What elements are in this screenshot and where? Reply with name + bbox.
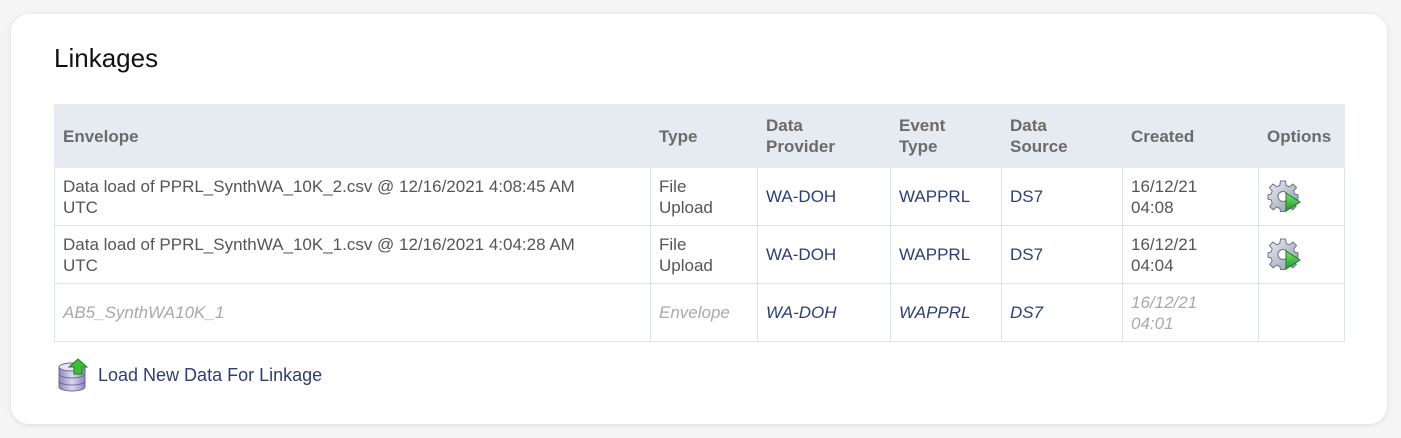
data-source-link[interactable]: DS7 <box>1001 225 1123 284</box>
column-header-envelope[interactable]: Envelope <box>54 104 651 168</box>
type-cell: File Upload <box>650 167 758 226</box>
table-header-row: Envelope Type Data Provider Event Type Dat… <box>54 104 1345 168</box>
event-type-link[interactable]: WAPPRL <box>890 225 1002 284</box>
type-cell: Envelope <box>650 283 758 342</box>
table-row[interactable]: Data load of PPRL_SynthWA_10K_1.csv @ 12… <box>54 225 1345 284</box>
data-source-link[interactable]: DS7 <box>1001 167 1123 226</box>
event-type-link[interactable]: WAPPRL <box>890 167 1002 226</box>
linkages-panel: Linkages Envelope Type Data Provider Even… <box>11 14 1387 424</box>
data-source-link[interactable]: DS7 <box>1001 283 1123 342</box>
gear-play-icon[interactable] <box>1267 237 1303 273</box>
created-cell: 16/12/21 04:01 <box>1122 283 1259 342</box>
column-header-data-provider[interactable]: Data Provider <box>757 104 891 168</box>
column-header-type[interactable]: Type <box>650 104 758 168</box>
linkages-table: Envelope Type Data Provider Event Type Dat… <box>54 104 1345 342</box>
column-header-data-source[interactable]: Data Source <box>1001 104 1123 168</box>
event-type-link[interactable]: WAPPRL <box>890 283 1002 342</box>
page-title: Linkages <box>54 43 159 73</box>
envelope-cell: Data load of PPRL_SynthWA_10K_1.csv @ 12… <box>54 225 651 284</box>
created-cell: 16/12/21 04:08 <box>1122 167 1259 226</box>
table-row[interactable]: AB5_SynthWA10K_1 Envelope WA-DOH WAPPRL … <box>54 283 1345 342</box>
envelope-cell: AB5_SynthWA10K_1 <box>54 283 651 342</box>
options-cell <box>1258 167 1345 226</box>
column-header-event-type[interactable]: Event Type <box>890 104 1002 168</box>
options-cell <box>1258 283 1345 342</box>
data-provider-link[interactable]: WA-DOH <box>757 225 891 284</box>
envelope-cell: Data load of PPRL_SynthWA_10K_2.csv @ 12… <box>54 167 651 226</box>
column-header-created[interactable]: Created <box>1122 104 1259 168</box>
created-cell: 16/12/21 04:04 <box>1122 225 1259 284</box>
column-header-options: Options <box>1258 104 1345 168</box>
load-new-data-link[interactable]: Load New Data For Linkage <box>56 357 322 393</box>
table-row[interactable]: Data load of PPRL_SynthWA_10K_2.csv @ 12… <box>54 167 1345 226</box>
data-provider-link[interactable]: WA-DOH <box>757 283 891 342</box>
gear-play-icon[interactable] <box>1267 179 1303 215</box>
type-cell: File Upload <box>650 225 758 284</box>
options-cell <box>1258 225 1345 284</box>
load-new-data-label: Load New Data For Linkage <box>98 364 323 385</box>
data-provider-link[interactable]: WA-DOH <box>757 167 891 226</box>
database-upload-icon <box>58 358 89 392</box>
